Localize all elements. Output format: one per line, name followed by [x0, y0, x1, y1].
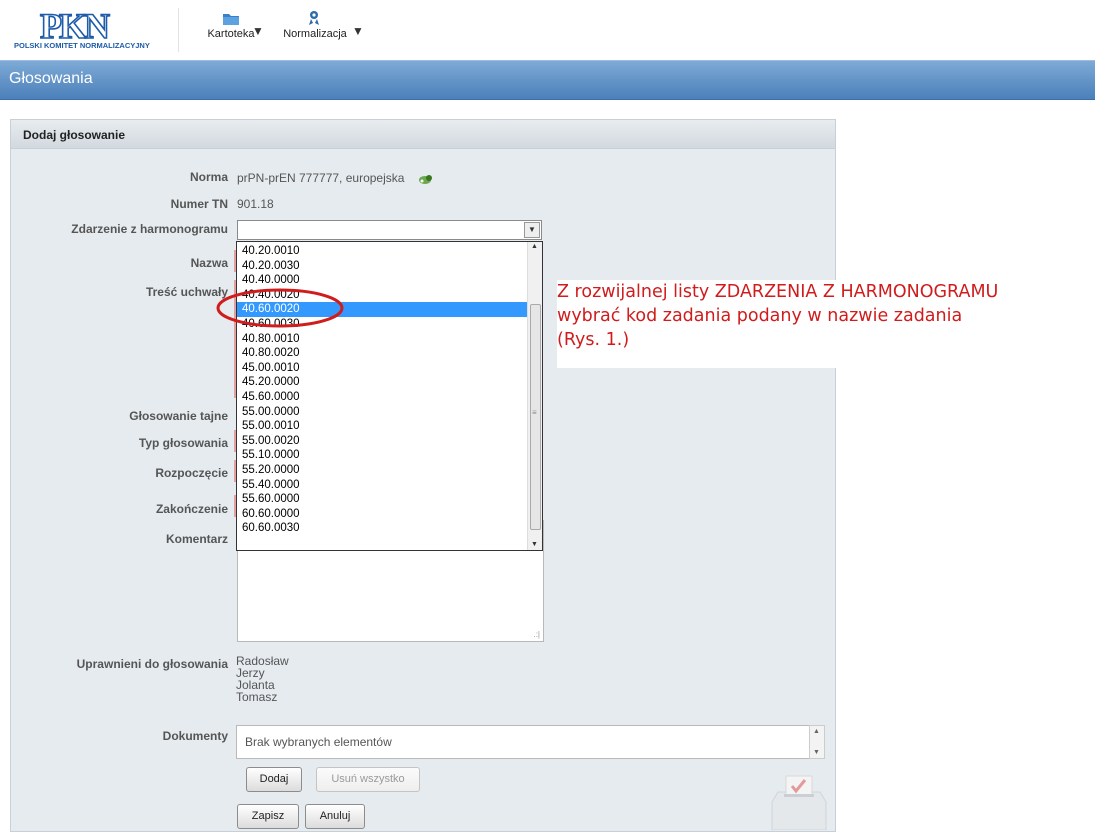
scroll-up-icon[interactable]: ▲ [531, 243, 538, 250]
page-titlebar: Głosowania [0, 60, 1095, 100]
highlight-circle [216, 288, 344, 328]
norma-value: prPN-prEN 777777, europejska [237, 171, 405, 185]
dropdown-option[interactable]: 60.60.0030 [237, 521, 532, 536]
numer-tn-value: 901.18 [237, 197, 274, 211]
chevron-down-icon[interactable]: ▼ [352, 24, 364, 38]
header-divider [178, 8, 179, 52]
scroll-up-icon[interactable]: ▲ [813, 728, 820, 735]
scroll-thumb[interactable]: ≡ [530, 304, 541, 530]
resize-handle-icon[interactable]: .:| [533, 630, 540, 639]
menu-kartoteka-label: Kartoteka [207, 28, 255, 40]
dropdown-option[interactable]: 55.00.0000 [237, 405, 532, 420]
panel-header: Dodaj głosowanie [11, 120, 835, 149]
label-norma: Norma [189, 170, 228, 184]
add-document-button[interactable]: Dodaj [246, 767, 302, 792]
logo-letters: PKN [39, 6, 111, 46]
dokumenty-placeholder: Brak wybranych elementów [245, 735, 392, 749]
menu-normalizacja[interactable]: Normalizacja [278, 10, 352, 40]
label-numer-tn: Numer TN [170, 197, 228, 211]
dropdown-option[interactable]: 40.80.0020 [237, 346, 532, 361]
dropdown-option[interactable]: 55.40.0000 [237, 478, 532, 493]
folder-icon [222, 10, 240, 26]
pkn-logo[interactable]: PKN POLSKI KOMITET NORMALIZACYJNY [12, 6, 172, 54]
label-dokumenty: Dokumenty [162, 729, 228, 743]
page-title: Głosowania [9, 70, 93, 87]
menu-normalizacja-label: Normalizacja [283, 28, 347, 40]
annotation-line-2: wybrać kod zadania podany w nazwie zadan… [557, 306, 963, 326]
label-komentarz: Komentarz [165, 532, 228, 546]
label-rozpoczecie: Rozpoczęcie [155, 466, 228, 480]
label-zakonczenie: Zakończenie [155, 502, 228, 516]
remove-all-button[interactable]: Usuń wszystko [316, 767, 420, 792]
cancel-button[interactable]: Anuluj [305, 804, 365, 829]
dropdown-option[interactable]: 40.20.0010 [237, 244, 532, 259]
label-uprawnieni: Uprawnieni do głosowania [76, 657, 228, 671]
label-zdarzenie: Zdarzenie z harmonogramu [71, 222, 228, 236]
dropdown-option[interactable]: 55.00.0010 [237, 419, 532, 434]
instruction-annotation: Z rozwijalnej listy ZDARZENIA Z HARMONOG… [557, 280, 1095, 368]
dropdown-option[interactable]: 55.60.0000 [237, 492, 532, 507]
dropdown-option[interactable]: 55.20.0000 [237, 463, 532, 478]
dropdown-option[interactable]: 45.60.0000 [237, 390, 532, 405]
save-button[interactable]: Zapisz [237, 804, 299, 829]
label-typ-glosowania: Typ głosowania [138, 436, 228, 450]
chevron-down-icon[interactable]: ▼ [252, 24, 264, 38]
dropdown-option[interactable]: 55.10.0000 [237, 448, 532, 463]
grip-icon: ≡ [532, 408, 537, 417]
chevron-down-icon[interactable]: ▼ [524, 222, 540, 238]
annotation-line-1: Z rozwijalnej listy ZDARZENIA Z HARMONOG… [557, 282, 999, 302]
voter-name: Tomasz [236, 690, 278, 704]
ballot-box-icon [771, 775, 827, 830]
scroll-down-icon[interactable]: ▼ [531, 541, 538, 548]
scroll-down-icon[interactable]: ▼ [813, 749, 820, 756]
annotation-line-3: (Rys. 1.) [557, 330, 630, 350]
zdarzenie-select[interactable]: ▼ [237, 220, 542, 240]
dropdown-option[interactable]: 55.00.0020 [237, 434, 532, 449]
label-glosowanie-tajne: Głosowanie tajne [129, 409, 228, 423]
dropdown-option[interactable]: 40.80.0010 [237, 332, 532, 347]
dropdown-option[interactable]: 45.20.0000 [237, 375, 532, 390]
panel-title: Dodaj głosowanie [23, 128, 126, 142]
logo-subtitle: POLSKI KOMITET NORMALIZACYJNY [14, 41, 150, 50]
dropdown-option[interactable]: 45.00.0010 [237, 361, 532, 376]
dokumenty-scrollbar[interactable]: ▲ ▼ [809, 725, 825, 759]
app-header: PKN POLSKI KOMITET NORMALIZACYJNY Kartot… [0, 0, 1095, 60]
standardization-icon [306, 10, 324, 26]
dropdown-option[interactable]: 40.20.0030 [237, 259, 532, 274]
label-nazwa: Nazwa [190, 256, 228, 270]
dropdown-scrollbar[interactable]: ▲ ≡ ▼ [527, 242, 542, 550]
dropdown-option[interactable]: 60.60.0000 [237, 507, 532, 522]
dokumenty-field[interactable]: Brak wybranych elementów [236, 725, 810, 759]
voters-list: Radosław Jerzy Jolanta Tomasz [236, 655, 289, 703]
edit-norma-icon[interactable] [418, 172, 434, 186]
